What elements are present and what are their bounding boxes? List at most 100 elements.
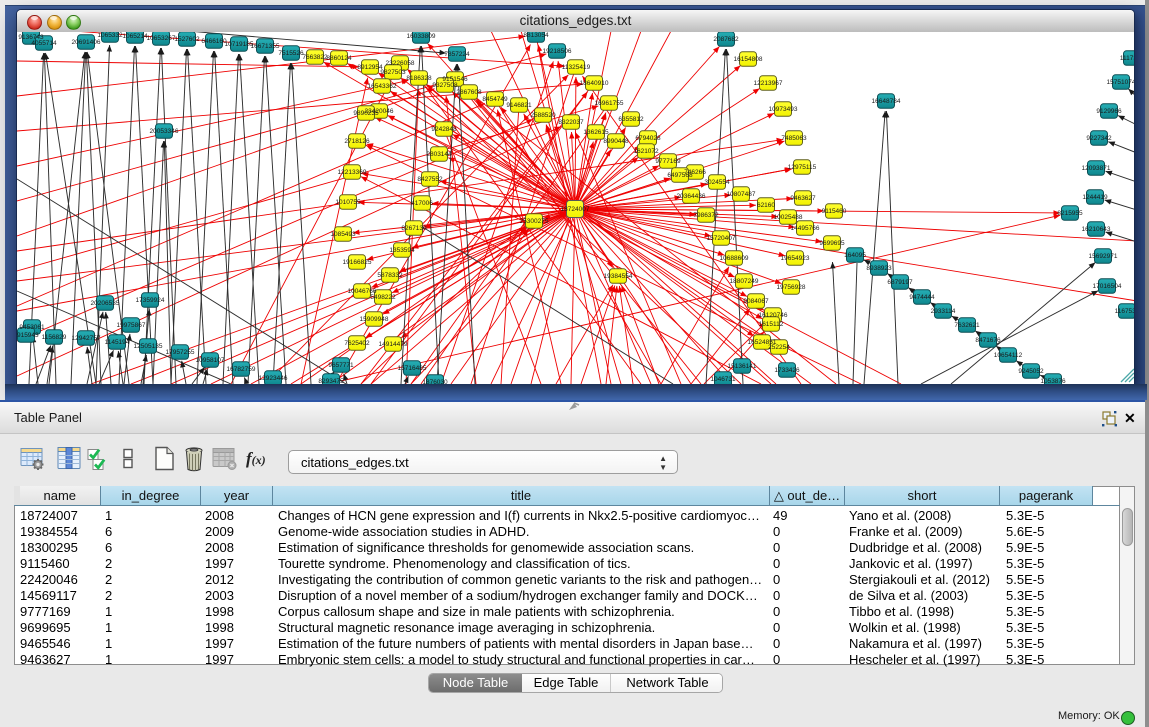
svg-text:2803144: 2803144 [426,151,452,158]
svg-text:15751074: 15751074 [1107,79,1134,86]
svg-text:9827503: 9827503 [380,69,406,76]
svg-text:15909948: 15909948 [360,316,389,323]
svg-text:1085493: 1085493 [330,231,356,238]
svg-text:9115460: 9115460 [822,208,847,215]
svg-text:18640910: 18640910 [580,80,609,87]
svg-text:1046731: 1046731 [710,376,736,383]
svg-text:9242848: 9242848 [431,126,457,133]
svg-text:8267130: 8267130 [401,225,427,232]
svg-text:7663822: 7663822 [302,54,328,61]
svg-text:8427552: 8427552 [417,176,443,183]
svg-text:9777169: 9777169 [655,158,681,165]
svg-text:7986372: 7986372 [693,212,719,219]
svg-text:1733426: 1733426 [774,367,800,374]
svg-text:4055714: 4055714 [31,40,57,47]
svg-text:20364436: 20364436 [677,193,706,200]
svg-text:2588520: 2588520 [530,112,556,119]
svg-text:16543362: 16543362 [368,83,397,90]
svg-text:5878332: 5878332 [377,272,403,279]
svg-text:10688609: 10688609 [720,255,749,262]
svg-text:10973493: 10973493 [769,106,798,113]
svg-text:8322037: 8322037 [558,119,584,126]
svg-text:7632621: 7632621 [954,322,980,329]
svg-text:2087682: 2087682 [713,36,739,43]
svg-text:20206535: 20206535 [91,300,120,307]
svg-text:1621072: 1621072 [633,148,659,155]
svg-text:10654112: 10654112 [994,352,1023,359]
svg-text:8186328: 8186328 [406,75,432,82]
svg-text:1156829: 1156829 [42,334,67,341]
svg-text:1353594: 1353594 [389,247,415,254]
svg-text:19384554: 19384554 [604,273,633,280]
svg-text:8912954: 8912954 [357,64,383,71]
svg-text:8215955: 8215955 [1057,210,1083,217]
svg-text:9463627: 9463627 [790,195,816,202]
svg-text:18724007: 18724007 [561,206,590,213]
svg-text:3024554: 3024554 [704,179,730,186]
svg-text:6879197: 6879197 [887,279,913,286]
svg-text:6794028: 6794028 [635,135,661,142]
svg-text:10653267: 10653267 [147,35,176,42]
svg-text:8471676: 8471676 [975,337,1001,344]
svg-text:1145194: 1145194 [105,339,130,346]
svg-text:12923446: 12923446 [259,375,288,382]
svg-text:62160: 62160 [757,202,775,209]
svg-text:19654923: 19654923 [781,255,810,262]
svg-text:9084067: 9084067 [743,298,769,305]
svg-text:8860124: 8860124 [326,55,352,62]
svg-text:12942757: 12942757 [72,335,101,342]
svg-text:9453061: 9453061 [19,324,45,331]
svg-text:15720407: 15720407 [707,235,736,242]
svg-text:6355812: 6355812 [618,116,644,123]
svg-text:16671355: 16671355 [251,43,280,50]
svg-text:12975115: 12975115 [788,164,817,171]
svg-text:14914479: 14914479 [379,341,408,348]
svg-text:10807487: 10807487 [727,191,756,198]
svg-text:164095: 164095 [844,252,866,259]
svg-text:18807249: 18807249 [730,278,759,285]
svg-text:2867608: 2867608 [456,89,482,96]
svg-text:11325419: 11325419 [562,64,591,71]
svg-text:3915943: 3915943 [17,332,39,339]
svg-text:7625402: 7625402 [344,340,370,347]
svg-text:16033809: 16033809 [407,33,436,40]
svg-text:1527602: 1527602 [174,36,200,43]
svg-text:17359924: 17359924 [136,297,165,304]
svg-text:16120746: 16120746 [759,312,788,319]
svg-text:19218506: 19218506 [543,48,572,55]
svg-text:9146821: 9146821 [506,102,532,109]
svg-text:25300275: 25300275 [520,218,549,225]
svg-text:1167534: 1167534 [1115,308,1134,315]
svg-text:17957255: 17957255 [166,349,195,356]
svg-text:1117364: 1117364 [1120,55,1134,62]
svg-text:10025488: 10025488 [774,214,803,221]
svg-text:1010755: 1010755 [335,199,361,206]
svg-text:20053346: 20053346 [150,128,179,135]
svg-text:12213967: 12213967 [754,80,783,87]
svg-text:9129966: 9129966 [1096,108,1122,115]
svg-text:7857224: 7857224 [444,51,470,58]
svg-text:23226058: 23226058 [386,60,415,67]
svg-text:5498222: 5498222 [370,294,396,301]
svg-text:9227342: 9227342 [1086,135,1112,142]
svg-text:1362615: 1362615 [583,129,609,136]
svg-text:1065332: 1065332 [97,32,123,39]
svg-text:12505135: 12505135 [134,343,163,350]
svg-text:2933114: 2933114 [931,308,956,315]
svg-text:1065214: 1065214 [122,33,148,40]
svg-text:9657771: 9657771 [328,362,354,369]
svg-text:9245052: 9245052 [1018,368,1044,375]
svg-text:9890235: 9890235 [353,110,379,117]
svg-text:6466160: 6466160 [201,38,227,45]
svg-text:16210643: 16210643 [1082,226,1111,233]
svg-text:9327508: 9327508 [432,82,458,89]
svg-text:252254: 252254 [768,344,790,351]
svg-text:7515526: 7515526 [278,50,304,57]
svg-text:15692971: 15692971 [1089,253,1118,260]
svg-text:7485063: 7485063 [781,135,807,142]
svg-text:9699695: 9699695 [819,240,845,247]
svg-text:15716485: 15716485 [398,365,427,372]
svg-text:417006: 417006 [411,200,433,207]
svg-text:12213369: 12213369 [338,169,367,176]
svg-text:14495766: 14495766 [791,225,820,232]
